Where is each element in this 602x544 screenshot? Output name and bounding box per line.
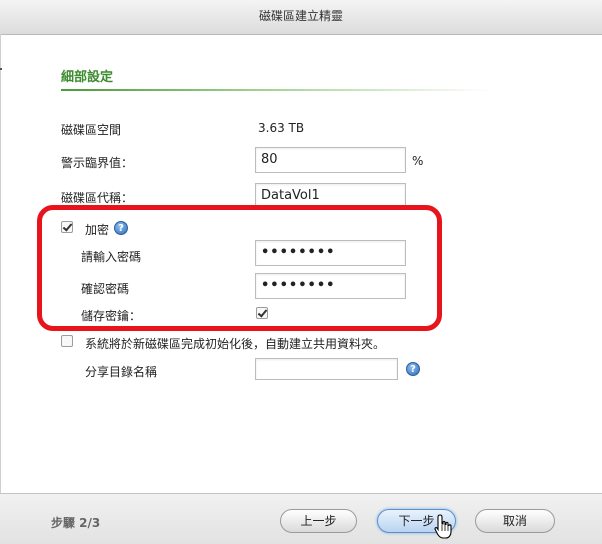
- encryption-highlight-frame: [37, 205, 442, 331]
- hand-cursor-icon: [434, 514, 452, 539]
- section-title: 細部設定: [61, 70, 114, 85]
- threshold-label: 警示臨界值：: [61, 156, 134, 170]
- section-divider: [61, 89, 491, 91]
- auto-share-checkbox[interactable]: [61, 335, 73, 347]
- left-divider: [0, 34, 1, 494]
- help-icon[interactable]: ?: [406, 362, 420, 376]
- left-marker: [0, 68, 2, 70]
- threshold-input[interactable]: 80: [255, 147, 406, 173]
- auto-share-label: 系統將於新磁碟區完成初始化後，自動建立共用資料夾。: [85, 337, 386, 351]
- step-indicator: 步驟 2/3: [51, 516, 101, 530]
- cancel-button[interactable]: 取消: [475, 509, 555, 533]
- folder-name-input[interactable]: [255, 358, 398, 380]
- folder-name-label: 分享目錄名稱: [85, 365, 158, 379]
- threshold-unit: %: [412, 154, 424, 168]
- alias-label: 磁碟區代稱：: [61, 191, 134, 205]
- space-label: 磁碟區空間: [61, 123, 122, 137]
- footer-bar: 步驟 2/3 上一步 下一步 取消: [0, 493, 602, 544]
- window-title: 磁碟區建立精靈: [0, 0, 602, 35]
- previous-button[interactable]: 上一步: [280, 509, 357, 533]
- space-value: 3.63 TB: [258, 121, 305, 135]
